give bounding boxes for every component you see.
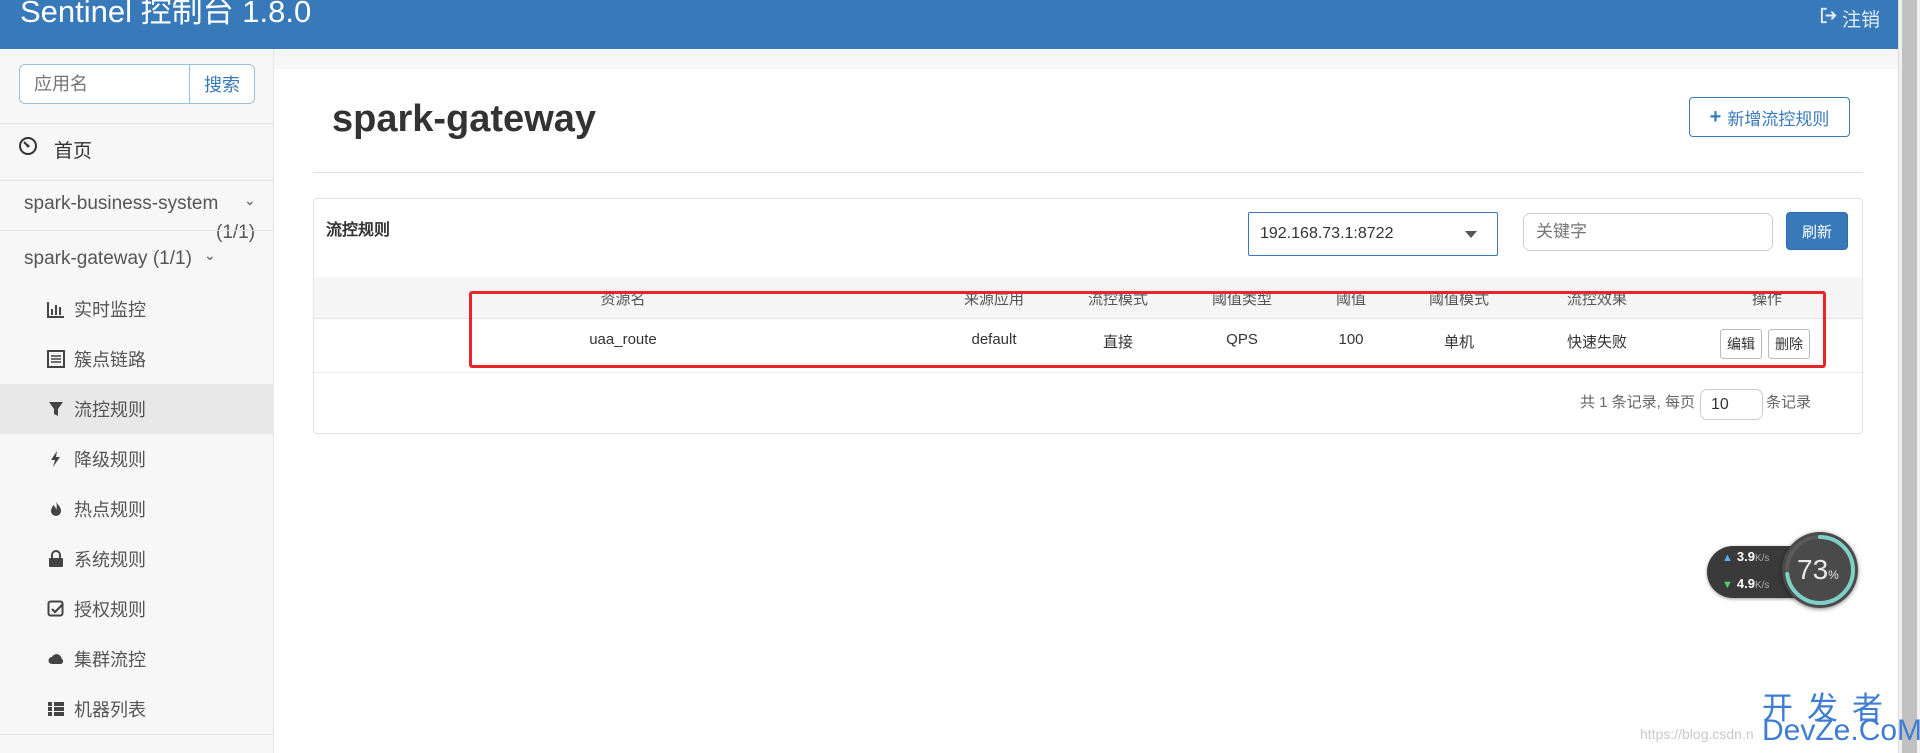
logout-link[interactable]: 注销 <box>1819 5 1880 32</box>
sidebar-item-label: 系统规则 <box>74 550 146 570</box>
sidebar-item-system-rules[interactable]: 系统规则 <box>0 534 274 584</box>
brand-title[interactable]: Sentinel 控制台 1.8.0 <box>20 0 311 30</box>
column-header-mode[interactable]: 流控模式 <box>1088 288 1148 309</box>
cell-cluster-mode: 单机 <box>1443 334 1475 351</box>
add-flow-rule-button[interactable]: + 新增流控规则 <box>1689 97 1850 137</box>
machine-select[interactable]: 192.168.73.1:8722 <box>1248 212 1498 256</box>
usage-percent-value: 73 <box>1797 554 1829 585</box>
dashboard-icon <box>18 136 54 162</box>
sidebar-app-spark-business-system[interactable]: spark-business-system <box>24 193 218 215</box>
flash-icon <box>46 449 66 469</box>
sidebar-item-resource-chain[interactable]: 簇点链路 <box>0 334 274 384</box>
download-rate: ▼ 4.9K/s <box>1722 576 1769 591</box>
delete-rule-button[interactable]: 删除 <box>1768 329 1810 359</box>
cell-resource: uaa_route <box>589 331 657 348</box>
column-header-resource[interactable]: 资源名 <box>600 288 645 309</box>
sidebar-item-label: 簇点链路 <box>74 350 146 370</box>
cell-mode: 直接 <box>1102 334 1134 351</box>
sidebar-divider <box>0 123 274 124</box>
sidebar-divider <box>0 180 274 181</box>
sidebar-divider <box>0 230 274 231</box>
lock-icon <box>46 549 66 569</box>
pager-suffix: 条记录 <box>1766 394 1812 411</box>
logout-label: 注销 <box>1841 10 1880 31</box>
sidebar-item-cluster-flow[interactable]: 集群流控 <box>0 634 274 684</box>
scrollbar-thumb[interactable] <box>1902 0 1917 753</box>
sidebar-item-label: 实时监控 <box>74 300 146 320</box>
arrow-up-icon: ▲ <box>1722 552 1733 564</box>
sidebar-item-label: 集群流控 <box>74 650 146 670</box>
edit-rule-button[interactable]: 编辑 <box>1720 329 1762 359</box>
column-header-cluster-mode[interactable]: 阈值模式 <box>1429 288 1489 309</box>
row-divider <box>314 372 1862 373</box>
watermark-en: DevZe.CoM <box>1762 714 1920 747</box>
app-search: 搜索 <box>19 64 255 104</box>
sidebar-item-label: 降级规则 <box>74 450 146 470</box>
check-icon <box>46 599 66 619</box>
column-header-grade[interactable]: 阈值类型 <box>1212 288 1272 309</box>
sidebar-item-hotspot-rules[interactable]: 热点规则 <box>0 484 274 534</box>
usage-percent: 73% <box>1797 554 1839 586</box>
app-instance-count: (1/1) <box>216 222 256 243</box>
column-header-count[interactable]: 阈值 <box>1336 288 1366 309</box>
download-rate-value: 4.9 <box>1736 576 1755 591</box>
chevron-down-icon[interactable]: ⌄ <box>204 247 216 264</box>
panel-title: 流控规则 <box>326 222 391 239</box>
plus-icon: + <box>1709 106 1722 128</box>
cell-origin: default <box>971 331 1017 348</box>
watermark-url: https://blog.csdn.n <box>1640 726 1754 742</box>
refresh-button[interactable]: 刷新 <box>1786 212 1848 250</box>
pager-prefix: 共 1 条记录, 每页 <box>1580 394 1696 411</box>
machine-select-value: 192.168.73.1:8722 <box>1260 225 1394 242</box>
sidebar-item-machine-list[interactable]: 机器列表 <box>0 684 274 734</box>
list-alt-icon <box>46 349 66 369</box>
sidebar-item-label: 授权规则 <box>74 600 146 620</box>
usage-percent-sign: % <box>1828 568 1839 582</box>
upload-rate: ▲ 3.9K/s <box>1722 549 1769 564</box>
filter-icon <box>46 399 66 419</box>
title-divider <box>313 172 1863 173</box>
chevron-down-icon[interactable]: ⌄ <box>244 192 256 209</box>
top-navbar: Sentinel 控制台 1.8.0 注销 <box>0 0 1898 49</box>
sidebar-app-spark-gateway[interactable]: spark-gateway (1/1) <box>24 248 192 270</box>
cell-effect: 快速失败 <box>1566 334 1628 351</box>
app-name: spark-gateway <box>24 248 148 269</box>
sidebar-item-degrade-rules[interactable]: 降级规则 <box>0 434 274 484</box>
download-rate-unit: K/s <box>1754 580 1770 591</box>
column-header-effect[interactable]: 流控效果 <box>1567 288 1627 309</box>
fire-icon <box>46 499 66 519</box>
column-header-actions: 操作 <box>1751 291 1783 308</box>
sidebar-item-label: 机器列表 <box>74 700 146 720</box>
app-instance-count: (1/1) <box>152 248 192 269</box>
bar-chart-icon <box>46 299 66 319</box>
network-monitor-widget[interactable]: ▲ 3.9K/s ▼ 4.9K/s 73% <box>1707 531 1859 611</box>
sidebar-item-label: 首页 <box>54 140 93 162</box>
sign-out-icon <box>1819 6 1838 31</box>
sidebar-item-authority-rules[interactable]: 授权规则 <box>0 584 274 634</box>
sidebar-item-label: 热点规则 <box>74 500 146 520</box>
keyword-search-input[interactable] <box>1523 213 1773 251</box>
main-top-strip <box>274 49 1898 69</box>
page-size-input[interactable] <box>1700 389 1763 420</box>
sidebar-item-realtime-monitor[interactable]: 实时监控 <box>0 284 274 334</box>
sidebar-item-flow-rules[interactable]: 流控规则 <box>0 384 274 434</box>
sidebar-item-label: 流控规则 <box>74 400 146 420</box>
sidebar-divider <box>0 734 274 735</box>
upload-rate-unit: K/s <box>1754 553 1770 564</box>
add-flow-rule-label: 新增流控规则 <box>1727 109 1830 129</box>
cell-count: 100 <box>1338 331 1364 348</box>
th-list-icon <box>46 699 66 719</box>
upload-rate-value: 3.9 <box>1736 549 1755 564</box>
cloud-icon <box>46 649 66 669</box>
app-search-button[interactable]: 搜索 <box>189 64 255 104</box>
cell-grade: QPS <box>1226 331 1258 348</box>
app-search-input[interactable] <box>19 64 189 104</box>
page-title: spark-gateway <box>332 98 597 140</box>
sidebar-item-home[interactable]: 首页 <box>18 134 92 164</box>
caret-down-icon <box>1465 231 1477 238</box>
arrow-down-icon: ▼ <box>1722 579 1733 591</box>
column-header-origin[interactable]: 来源应用 <box>964 288 1024 309</box>
page-scrollbar[interactable] <box>1898 0 1920 753</box>
